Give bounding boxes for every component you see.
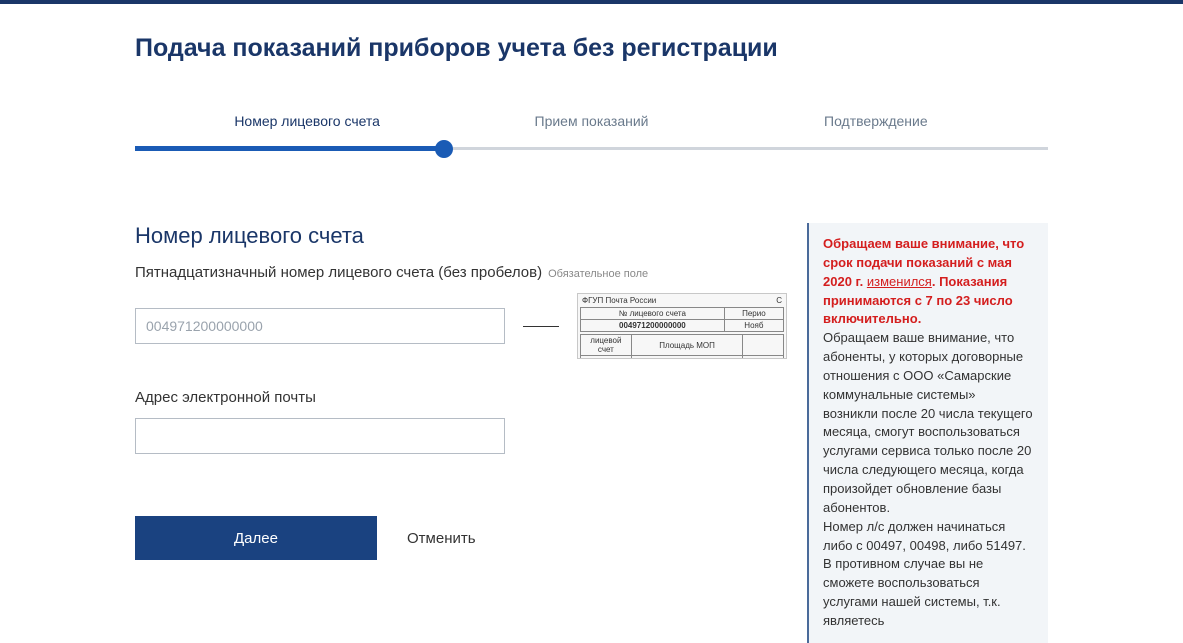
sample-org: ФГУП Почта России [582,296,656,305]
step-confirm: Подтверждение [734,113,1018,129]
step-readings: Прием показаний [449,113,733,129]
notice-body-2: Номер л/с должен начинаться либо с 00497… [823,518,1034,631]
sample-val-a: 58 [581,356,632,360]
sample-month: Нояб [724,320,783,332]
submit-button[interactable]: Далее [135,516,377,560]
sample-account-value: 004971200000000 [581,320,725,332]
step-account[interactable]: Номер лицевого счета [165,113,449,129]
sample-col-ls: лицевой счет [581,335,632,356]
progress-dot [435,140,453,158]
sample-col-account: № лицевого счета [581,308,725,320]
sample-col-period: Перио [724,308,783,320]
required-hint: Обязательное поле [548,268,648,280]
account-input[interactable] [135,308,505,344]
document-sample: ФГУП Почта России С № лицевого счета Пер… [577,293,787,359]
notice-box: Обращаем ваше внимание, что срок подачи … [807,223,1048,643]
sample-period-edge: С [776,296,782,305]
page-title: Подача показаний приборов учета без реги… [135,34,1048,63]
notice-body-1: Обращаем ваше внимание, что абоненты, у … [823,329,1034,517]
account-label: Пятнадцатизначный номер лицевого счета (… [135,264,542,281]
section-heading: Номер лицевого счета [135,223,787,249]
notice-changed-link[interactable]: изменился [867,274,932,289]
email-input[interactable] [135,418,505,454]
stepper: Номер лицевого счета Прием показаний Под… [135,113,1048,153]
progress-track [135,147,1048,150]
email-label: Адрес электронной почты [135,389,787,406]
sample-val-b: 744,1 [631,356,743,360]
sample-col-sq: Площадь МОП [631,335,743,356]
notice-red-1-tail: . [932,274,939,289]
cancel-button[interactable]: Отменить [407,530,476,547]
progress-fill [135,146,444,151]
connector-dash [523,326,559,327]
